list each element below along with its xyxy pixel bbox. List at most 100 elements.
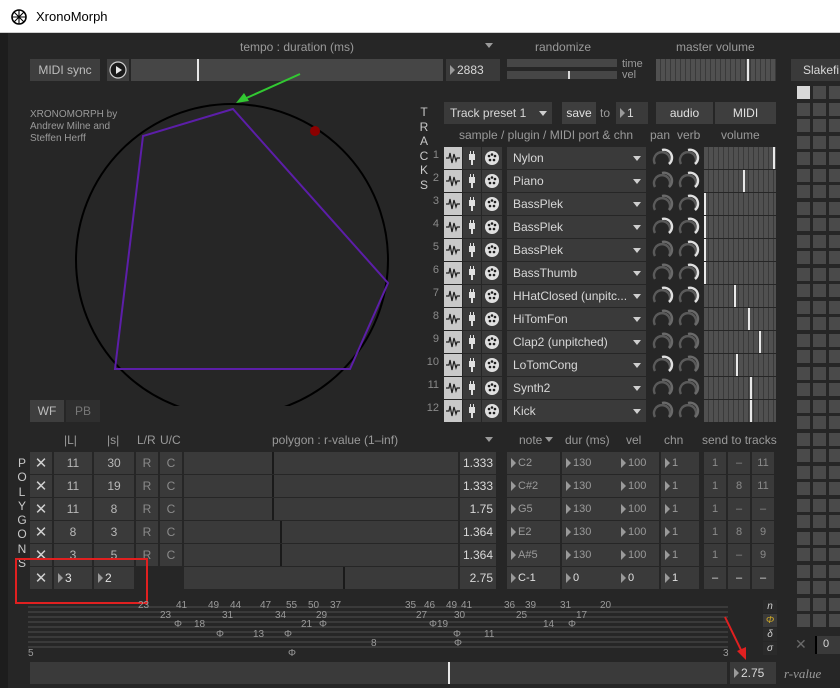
pan-knob[interactable]: [650, 193, 674, 215]
rhythm-circle[interactable]: [60, 96, 420, 406]
uc-toggle[interactable]: C: [160, 544, 182, 566]
tempo-dropdown-icon[interactable]: [485, 43, 493, 48]
grid-cell[interactable]: [829, 152, 840, 165]
track-sample-select[interactable]: BassThumb: [507, 262, 646, 284]
grid-cell[interactable]: [813, 498, 826, 512]
track-volume-slider[interactable]: [704, 400, 776, 422]
grid-cell[interactable]: [829, 267, 840, 281]
send-track-field[interactable]: 1: [704, 521, 726, 543]
plugin-icon[interactable]: [463, 239, 481, 261]
send-track-field[interactable]: 1: [704, 544, 726, 566]
vel-slider-handle[interactable]: [568, 71, 570, 79]
polygon-r-value[interactable]: 1.333: [460, 452, 496, 474]
waveform-icon[interactable]: [444, 193, 462, 215]
tempo-slider-handle[interactable]: [197, 59, 199, 81]
uc-toggle[interactable]: C: [160, 452, 182, 474]
grid-cell[interactable]: [829, 102, 840, 116]
polygon-dur-field[interactable]: 0: [562, 567, 623, 589]
plugin-icon[interactable]: [463, 354, 481, 376]
grid-cell[interactable]: [797, 548, 810, 561]
meter-handle[interactable]: [704, 216, 706, 238]
verb-knob[interactable]: [676, 331, 700, 353]
grid-cell[interactable]: [829, 416, 840, 429]
grid-cell[interactable]: [829, 135, 840, 149]
pan-knob[interactable]: [650, 170, 674, 192]
send-track-field[interactable]: –: [728, 498, 750, 520]
grid-cell[interactable]: [797, 449, 810, 462]
grid-cell[interactable]: [813, 581, 826, 594]
pan-knob[interactable]: [650, 285, 674, 307]
verb-knob[interactable]: [676, 354, 700, 376]
track-volume-slider[interactable]: [704, 354, 776, 376]
polygon-dur-field[interactable]: 130: [562, 498, 623, 520]
grid-cell[interactable]: [829, 581, 840, 594]
meter-handle[interactable]: [734, 285, 736, 307]
track-sample-select[interactable]: Nylon: [507, 147, 646, 169]
polygon-dur-field[interactable]: 130: [562, 544, 623, 566]
polygon-chn-field[interactable]: 1: [661, 521, 699, 543]
midi-port-icon[interactable]: [482, 262, 502, 284]
pan-knob[interactable]: [650, 377, 674, 399]
grid-cell[interactable]: [813, 432, 826, 446]
plugin-icon[interactable]: [463, 400, 481, 422]
polygon-r-value[interactable]: 1.333: [460, 475, 496, 497]
pan-knob[interactable]: [650, 262, 674, 284]
note-dropdown-icon[interactable]: [545, 437, 553, 442]
track-sample-select[interactable]: BassPlek: [507, 193, 646, 215]
waveform-icon[interactable]: [444, 170, 462, 192]
send-track-field[interactable]: 11: [752, 452, 774, 474]
grid-number[interactable]: 0: [815, 636, 840, 654]
grid-cell[interactable]: [797, 201, 810, 215]
pattern-grid[interactable]: [797, 86, 840, 631]
polygon-s-field[interactable]: 19: [94, 475, 134, 497]
grid-cell[interactable]: [797, 119, 810, 132]
grid-cell[interactable]: [813, 350, 826, 363]
grid-cell[interactable]: [829, 597, 840, 611]
polygon-note-field[interactable]: A#5: [507, 544, 560, 566]
polygon-vel-field[interactable]: 100: [617, 475, 659, 497]
grid-cell[interactable]: [797, 300, 810, 314]
grid-cell[interactable]: [829, 383, 840, 396]
grid-cell[interactable]: [797, 218, 810, 231]
send-track-field[interactable]: –: [704, 567, 726, 589]
midi-port-icon[interactable]: [482, 377, 502, 399]
polygon-chn-field[interactable]: 1: [661, 544, 699, 566]
meter-handle[interactable]: [759, 331, 761, 353]
midi-port-icon[interactable]: [482, 193, 502, 215]
verb-knob[interactable]: [676, 262, 700, 284]
polygon-dropdown-icon[interactable]: [485, 437, 493, 442]
grid-cell[interactable]: [829, 317, 840, 330]
send-track-field[interactable]: 9: [752, 544, 774, 566]
grid-cell[interactable]: [829, 86, 840, 99]
verb-knob[interactable]: [676, 308, 700, 330]
polygon-vel-field[interactable]: 100: [617, 521, 659, 543]
send-track-field[interactable]: –: [728, 544, 750, 566]
track-volume-slider[interactable]: [704, 193, 776, 215]
midi-port-icon[interactable]: [482, 331, 502, 353]
grid-cell[interactable]: [829, 564, 840, 578]
polygon-r-value[interactable]: 2.75: [460, 567, 496, 589]
plugin-icon[interactable]: [463, 216, 481, 238]
track-volume-slider[interactable]: [704, 147, 776, 169]
grid-cell[interactable]: [797, 416, 810, 429]
wf-button[interactable]: WF: [30, 400, 64, 422]
plugin-icon[interactable]: [463, 193, 481, 215]
grid-cell[interactable]: [829, 465, 840, 479]
grid-cell[interactable]: [829, 185, 840, 198]
midi-port-icon[interactable]: [482, 308, 502, 330]
track-volume-slider[interactable]: [704, 239, 776, 261]
delete-polygon-button[interactable]: ✕: [30, 475, 52, 497]
grid-cell[interactable]: [813, 515, 826, 528]
grid-cell[interactable]: [813, 300, 826, 314]
polygon-L-field[interactable]: 11: [54, 452, 92, 474]
randomize-vel-slider[interactable]: [507, 71, 617, 79]
polygon-note-field[interactable]: G5: [507, 498, 560, 520]
polygon-vel-field[interactable]: 100: [617, 498, 659, 520]
track-sample-select[interactable]: Clap2 (unpitched): [507, 331, 646, 353]
polygon-L-field[interactable]: 8: [54, 521, 92, 543]
midi-port-icon[interactable]: [482, 147, 502, 169]
grid-cell[interactable]: [797, 399, 810, 413]
track-volume-slider[interactable]: [704, 216, 776, 238]
grid-cell[interactable]: [813, 482, 826, 495]
track-preset-select[interactable]: Track preset 1: [444, 102, 552, 124]
